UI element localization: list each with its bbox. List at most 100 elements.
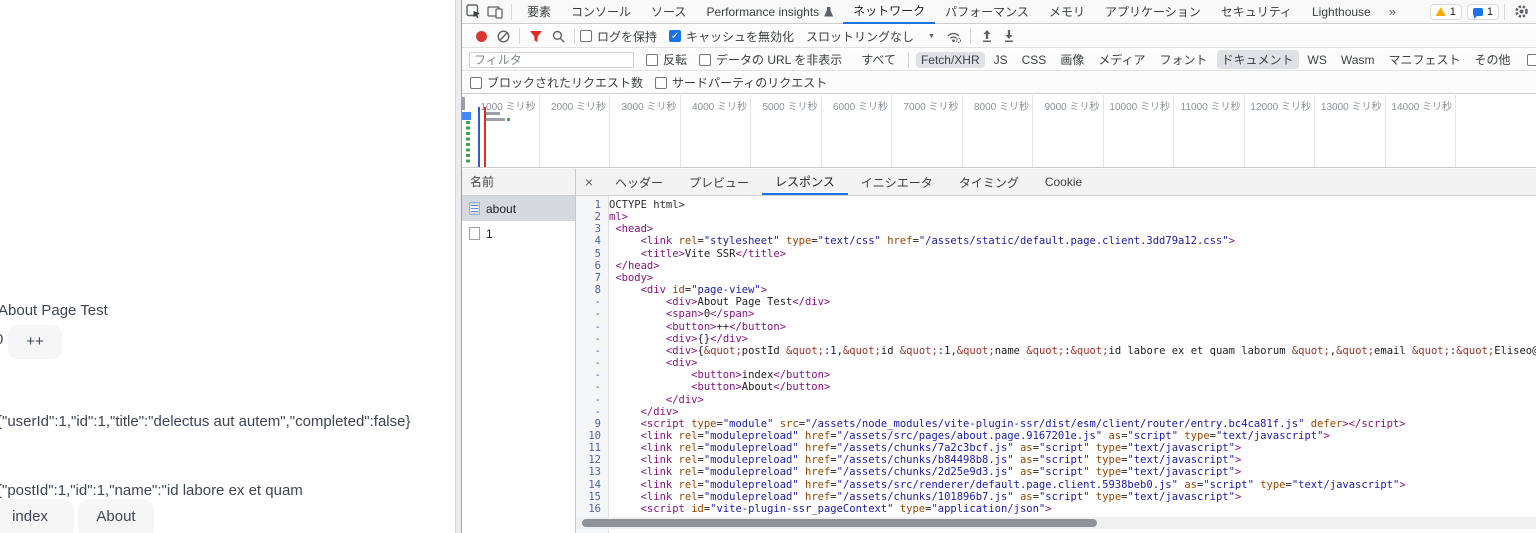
tab-console[interactable]: コンソール — [561, 0, 641, 24]
request-rows: about 1 — [462, 196, 575, 246]
about-button[interactable]: About — [78, 499, 154, 533]
line-number: 2 — [594, 211, 601, 224]
clear-icon[interactable] — [492, 26, 514, 46]
timeline-tick: 8000 ミリ秒 — [963, 95, 1033, 167]
disable-cache-checkbox[interactable]: ✓ キャッシュを無効化 — [669, 28, 794, 45]
timeline-tick: 2000 ミリ秒 — [540, 95, 610, 167]
tab-elements[interactable]: 要素 — [517, 0, 561, 24]
tab-lighthouse[interactable]: Lighthouse — [1302, 0, 1381, 24]
timeline-tick: 14000 ミリ秒 — [1386, 95, 1456, 167]
page-title: About Page Test — [0, 302, 108, 319]
filter-type-media[interactable]: メディア — [1093, 50, 1150, 69]
code-line: 6 </head> — [576, 260, 1536, 272]
code-line: 14 <link rel="modulepreload" href="/asse… — [576, 479, 1536, 491]
inspect-element-icon[interactable] — [462, 2, 484, 22]
detail-tab-response[interactable]: レスポンス — [762, 169, 848, 195]
detail-tab-cookies[interactable]: Cookie — [1032, 169, 1095, 195]
timeline-tick: 10000 ミリ秒 — [1104, 95, 1174, 167]
line-number: 15 — [588, 490, 601, 503]
network-conditions-icon[interactable] — [943, 26, 965, 46]
detail-tab-timing[interactable]: タイミング — [946, 169, 1032, 195]
scrollbar-thumb[interactable] — [582, 519, 1097, 527]
line-number: 13 — [588, 466, 601, 479]
throttling-dropdown[interactable]: スロットリングなし ▼ — [806, 28, 935, 45]
filter-bar: 反転 データの URL を非表示 すべて Fetch/XHRJSCSS画像メディ… — [462, 49, 1536, 71]
filter-type-other[interactable]: その他 — [1469, 50, 1515, 69]
filter-type-ws[interactable]: WS — [1303, 52, 1332, 68]
code-line: 4 <link rel="stylesheet" type="text/css"… — [576, 235, 1536, 247]
request-row[interactable]: about — [462, 196, 575, 221]
index-button[interactable]: index — [0, 499, 74, 533]
third-party-checkbox[interactable]: サードパーティのリクエスト — [655, 74, 827, 91]
tab-performance-insights[interactable]: Performance insights — [696, 0, 843, 24]
line-number: 4 — [594, 235, 601, 248]
filter-type-font[interactable]: フォント — [1155, 50, 1213, 69]
code-line: 8 <div id="page-view"> — [576, 284, 1536, 296]
filter-type-all[interactable]: すべて — [856, 50, 901, 69]
device-toolbar-icon[interactable] — [484, 2, 506, 22]
filter-type-img[interactable]: 画像 — [1055, 50, 1089, 69]
code-line: - <button>index</button> — [576, 369, 1536, 381]
response-viewer[interactable]: 1 OCTYPE html> 2 ml> 3 <head> 4 <link rel="st… — [576, 196, 1536, 533]
code-text: ml> — [609, 211, 628, 224]
warnings-badge[interactable]: 1 — [1429, 3, 1462, 20]
divider — [969, 28, 971, 44]
blocked-cookies-checkbox[interactable]: Cookie をブロックしま — [1527, 51, 1536, 68]
divider — [519, 28, 520, 44]
detail-tab-headers[interactable]: ヘッダー — [602, 169, 676, 195]
timeline-tick: 6000 ミリ秒 — [822, 95, 892, 167]
beaker-icon — [824, 6, 834, 17]
filter-type-manifest[interactable]: マニフェスト — [1383, 50, 1465, 69]
devtools-splitter[interactable] — [455, 0, 462, 533]
overview-dot-green — [507, 118, 510, 121]
code-text: <button>++</button> — [609, 320, 787, 333]
detail-tab-preview[interactable]: プレビュー — [676, 169, 762, 195]
tab-sources[interactable]: ソース — [641, 0, 696, 24]
filter-type-js[interactable]: JS — [989, 52, 1013, 68]
request-row[interactable]: 1 — [462, 221, 575, 246]
tab-performance[interactable]: パフォーマンス — [935, 0, 1039, 24]
export-har-icon[interactable] — [998, 26, 1020, 46]
tab-memory[interactable]: メモリ — [1039, 0, 1095, 24]
timeline-tick: 12000 ミリ秒 — [1245, 95, 1315, 167]
invert-checkbox[interactable]: 反転 — [646, 51, 687, 68]
line-number: - — [594, 344, 601, 357]
issues-badge[interactable]: 1 — [1466, 3, 1499, 20]
filter-type-fetch-xhr[interactable]: Fetch/XHR — [915, 51, 985, 68]
line-number: 7 — [594, 271, 601, 284]
filter-type-doc[interactable]: ドキュメント — [1216, 50, 1299, 69]
filter-input[interactable] — [469, 51, 634, 68]
network-overview[interactable]: 1000 ミリ秒 2000 ミリ秒 3000 ミリ秒 4000 ミリ秒 5000 ミリ秒… — [462, 95, 1536, 168]
load-line — [484, 107, 486, 167]
document-icon — [469, 202, 480, 215]
filter-type-css[interactable]: CSS — [1017, 52, 1052, 68]
more-tabs-chevron[interactable]: » — [1381, 4, 1404, 19]
tab-security[interactable]: セキュリティ — [1211, 0, 1302, 24]
filter-funnel-icon[interactable] — [525, 26, 547, 46]
blocked-requests-checkbox[interactable]: ブロックされたリクエスト数 — [470, 74, 643, 91]
record-icon[interactable] — [470, 26, 492, 46]
search-icon[interactable] — [547, 26, 569, 46]
code-line: - <span>0</span> — [576, 308, 1536, 320]
code-line: - <button>About</button> — [576, 381, 1536, 393]
preserve-log-checkbox[interactable]: ログを保持 — [580, 28, 657, 45]
close-icon[interactable]: × — [576, 169, 602, 195]
counter-value: 0 — [0, 331, 3, 348]
more-options-icon[interactable]: ⋮ — [1532, 4, 1536, 20]
hide-data-urls-checkbox[interactable]: データの URL を非表示 — [699, 51, 842, 68]
json-line: {"userId":1,"id":1,"title":"delectus aut… — [0, 413, 411, 430]
horizontal-scrollbar[interactable] — [576, 517, 1536, 529]
code-line: 5 <title>Vite SSR</title> — [576, 248, 1536, 260]
detail-tab-initiator[interactable]: イニシエータ — [848, 169, 946, 195]
import-har-icon[interactable] — [976, 26, 998, 46]
code-text: </head> — [609, 259, 660, 272]
settings-gear-icon[interactable] — [1510, 2, 1532, 22]
tab-application[interactable]: アプリケーション — [1095, 0, 1211, 24]
increment-button[interactable]: ++ — [8, 325, 62, 359]
tab-network[interactable]: ネットワーク — [843, 0, 936, 24]
timeline-tick: 5000 ミリ秒 — [751, 95, 822, 167]
line-number: 3 — [594, 223, 601, 236]
code-line: 3 <head> — [576, 223, 1536, 235]
request-list-header[interactable]: 名前 — [462, 169, 575, 196]
filter-type-wasm[interactable]: Wasm — [1336, 52, 1380, 68]
